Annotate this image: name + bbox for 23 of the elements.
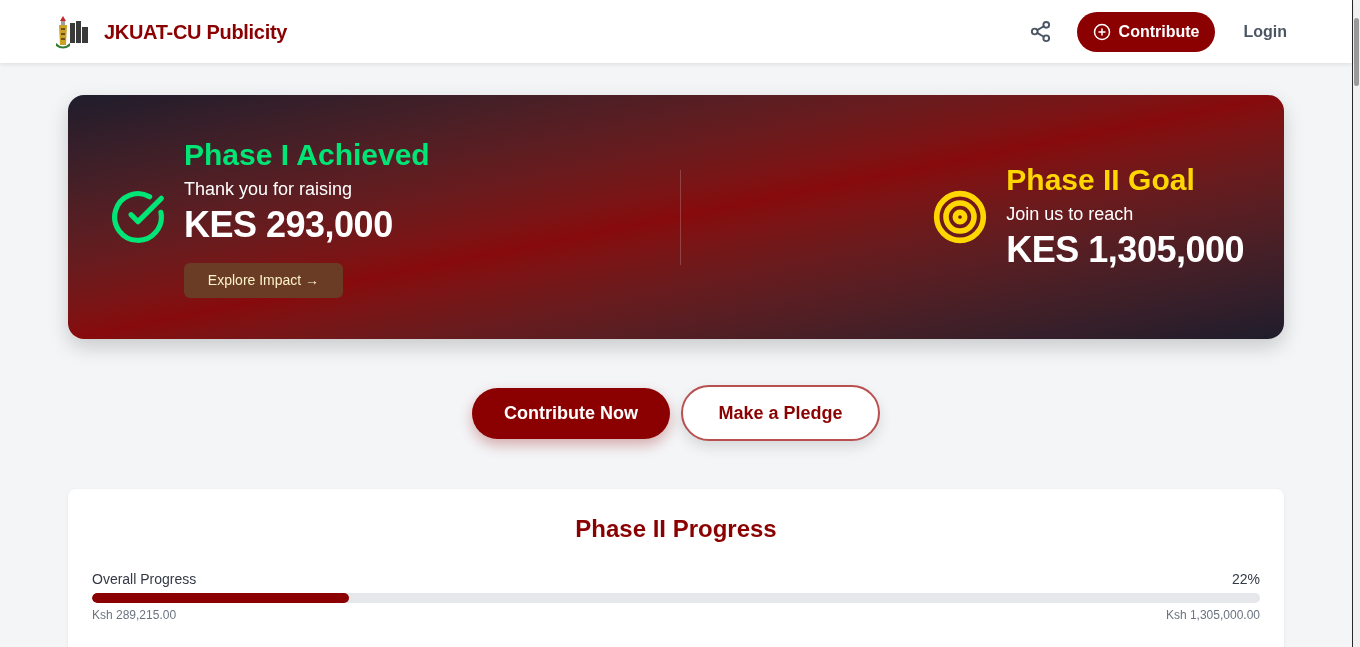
goal-subtitle: Join us to reach [1006, 203, 1134, 226]
achieved-amount: KES 293,000 [184, 202, 393, 247]
achieved-subtitle: Thank you for raising [184, 177, 353, 201]
contribute-button[interactable]: Contribute [1076, 11, 1216, 52]
pledge-button[interactable]: Make a Pledge [681, 385, 880, 441]
scrollbar-thumb[interactable] [1354, 18, 1359, 86]
contribute-now-button[interactable]: Contribute Now [472, 387, 670, 439]
login-link[interactable]: Login [1243, 19, 1287, 44]
goal-title: Phase II Goal [1006, 162, 1195, 198]
raised-amount: Ksh 289,215.00 [92, 607, 177, 623]
explore-impact-button[interactable]: Explore Impact → [184, 262, 343, 298]
share-icon [1029, 20, 1053, 43]
target-icon [932, 189, 989, 245]
achieved-title: Phase I Achieved [184, 136, 430, 173]
plus-circle-icon [1092, 22, 1111, 41]
goal-amount: KES 1,305,000 [1006, 228, 1244, 272]
check-circle-icon [110, 189, 166, 245]
brand-title[interactable]: JKUAT-CU Publicity [104, 16, 288, 47]
target-amount: Ksh 1,305,000.00 [1165, 607, 1260, 623]
progress-label: Overall Progress [92, 570, 197, 589]
share-button[interactable] [1028, 19, 1053, 44]
progress-percent: 22% [1231, 570, 1260, 589]
progress-title: Phase II Progress [575, 514, 777, 544]
